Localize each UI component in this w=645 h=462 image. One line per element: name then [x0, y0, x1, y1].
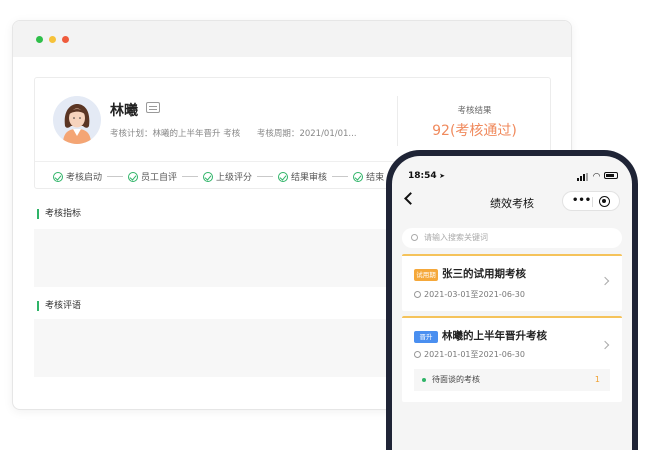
- item-date: 2021-01-01至2021-06-30: [424, 350, 525, 359]
- search-icon: [411, 234, 418, 241]
- window-close-icon[interactable]: [62, 36, 69, 43]
- phone-screen: 18:54 ➤ ◠ 绩效考核 ••• 请输入搜索关键词 试用期 张三的试用期考核…: [392, 156, 632, 450]
- result-label: 考核结果: [457, 106, 492, 116]
- list-item[interactable]: 试用期 张三的试用期考核 2021-03-01至2021-06-30: [402, 254, 622, 311]
- step-end: 结束: [353, 170, 384, 183]
- progress-steps: 考核启动 员工自评 上级评分 结果审核 结束: [53, 170, 384, 183]
- check-circle-icon: [353, 171, 364, 182]
- list-item[interactable]: 晋升 林曦的上半年晋升考核 2021-01-01至2021-06-30 待面谈的…: [402, 316, 622, 402]
- miniprogram-capsule: •••: [562, 191, 620, 211]
- chevron-right-icon: [600, 276, 610, 286]
- phone-frame: 18:54 ➤ ◠ 绩效考核 ••• 请输入搜索关键词 试用期 张三的试用期考核…: [386, 150, 638, 450]
- employee-name: 林曦: [110, 103, 138, 119]
- battery-icon: [604, 172, 618, 179]
- type-badge: 试用期: [414, 269, 438, 281]
- step-label: 考核启动: [66, 173, 103, 183]
- avatar: [53, 96, 101, 144]
- check-circle-icon: [278, 171, 289, 182]
- period-value: 2021/01/01...: [299, 129, 357, 139]
- step-connector: [257, 176, 274, 177]
- period-label: 考核周期：: [256, 129, 300, 139]
- item-date-row: 2021-01-01至2021-06-30: [414, 349, 525, 360]
- window-minimize-icon[interactable]: [49, 36, 56, 43]
- capsule-divider: [592, 197, 593, 207]
- status-time: 18:54: [408, 171, 437, 181]
- step-label: 员工自评: [141, 173, 178, 183]
- step-connector: [182, 176, 199, 177]
- type-badge: 晋升: [414, 331, 438, 343]
- item-title: 张三的试用期考核: [442, 268, 526, 280]
- plan-value: 林曦的上半年晋升 考核: [152, 129, 241, 139]
- status-bar: 18:54 ➤ ◠: [408, 171, 618, 183]
- window-maximize-icon[interactable]: [36, 36, 43, 43]
- section-title-indicators: 考核指标: [37, 209, 81, 219]
- more-icon[interactable]: •••: [572, 195, 591, 206]
- window-titlebar: [13, 21, 571, 57]
- clock-icon: [414, 351, 421, 358]
- search-input[interactable]: 请输入搜索关键词: [402, 228, 622, 248]
- step-start: 考核启动: [53, 170, 102, 183]
- chevron-right-icon: [600, 340, 610, 350]
- result-value: 92(考核通过): [432, 123, 517, 139]
- plan-label: 考核计划：: [110, 129, 153, 139]
- item-title: 林曦的上半年晋升考核: [442, 330, 547, 342]
- pending-interview-row[interactable]: 待面谈的考核 1: [414, 369, 610, 391]
- step-label: 结果审核: [291, 173, 328, 183]
- step-result-audit: 结果审核: [278, 170, 327, 183]
- step-self-review: 员工自评: [128, 170, 177, 183]
- item-date: 2021-03-01至2021-06-30: [424, 290, 525, 299]
- wifi-icon: ◠: [593, 172, 600, 182]
- pending-label: 待面谈的考核: [432, 375, 480, 384]
- nav-bar: 绩效考核 •••: [392, 189, 632, 213]
- check-circle-icon: [53, 171, 63, 182]
- close-target-icon[interactable]: [599, 196, 610, 207]
- step-label: 结束: [366, 173, 385, 183]
- step-manager-score: 上级评分: [203, 170, 252, 183]
- check-circle-icon: [203, 171, 214, 182]
- avatar-portrait-icon: [53, 96, 101, 144]
- pending-count: 1: [594, 375, 600, 384]
- section-title-comments: 考核评语: [37, 301, 81, 311]
- signal-icon: [577, 173, 588, 181]
- step-connector: [107, 176, 124, 177]
- check-circle-icon: [128, 171, 139, 182]
- step-label: 上级评分: [216, 173, 253, 183]
- plan-info: 考核计划：林曦的上半年晋升 考核 考核周期：2021/01/01...: [110, 127, 357, 139]
- step-connector: [332, 176, 349, 177]
- id-card-icon[interactable]: [146, 102, 160, 113]
- item-date-row: 2021-03-01至2021-06-30: [414, 289, 525, 300]
- status-dot-icon: [422, 378, 426, 382]
- clock-icon: [414, 291, 421, 298]
